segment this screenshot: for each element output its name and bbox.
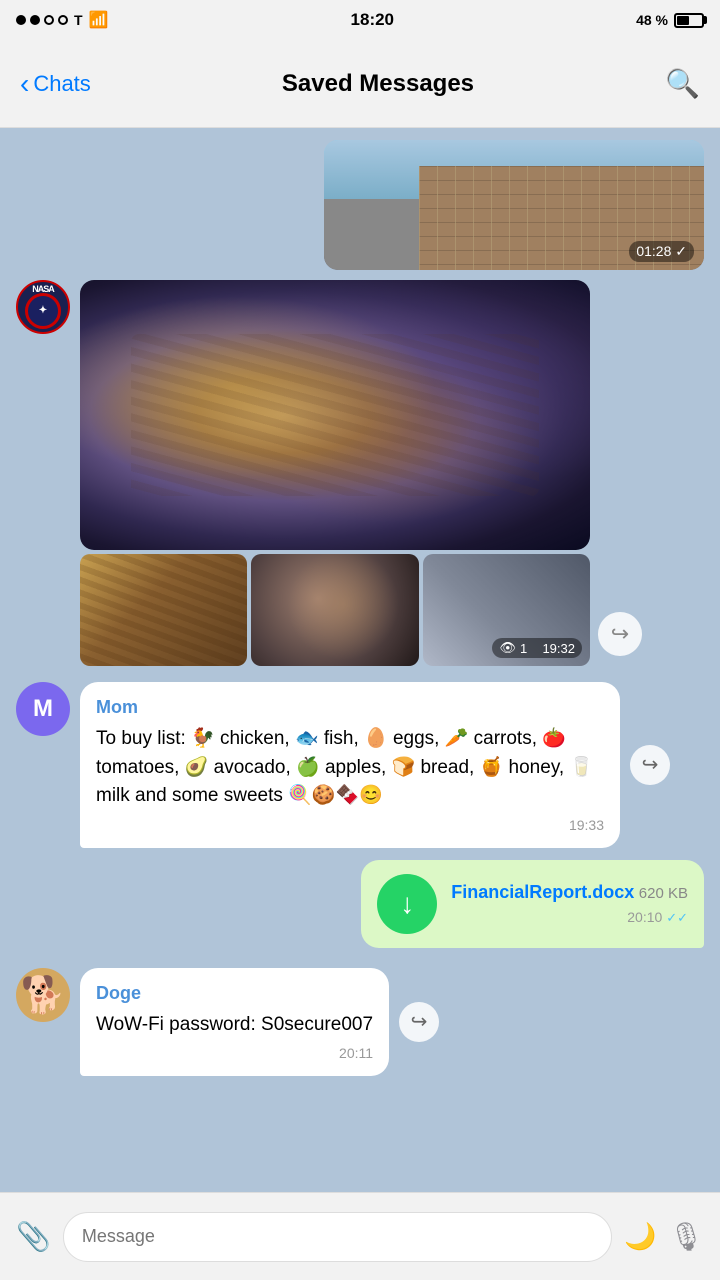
nasa-logo: NASA ✦ (25, 285, 61, 329)
file-timestamp: 20:10 ✓✓ (451, 909, 688, 926)
dot4 (58, 15, 68, 25)
mom-sender-label: Mom (96, 694, 604, 721)
mom-timestamp: 19:33 (96, 815, 604, 836)
doge-emoji: 🐕 (21, 977, 66, 1013)
chat-area: 01:28 ✓ NASA ✦ (0, 128, 720, 1280)
back-label: Chats (33, 71, 90, 97)
mic-button[interactable]: 🎙 (668, 1220, 704, 1253)
battery-tip (704, 16, 707, 24)
download-icon[interactable]: ↓ (377, 874, 437, 934)
file-bubble: ↓ FinancialReport.docx 620 KB 20:10 ✓✓ (361, 860, 704, 948)
doge-bubble: Doge WoW-Fi password: S0secure007 20:11 (80, 968, 389, 1077)
image-timestamp: 01:28 ✓ (629, 241, 694, 262)
file-size: 620 KB (639, 885, 688, 902)
view-count-badge: 👁 1 19:32 (492, 638, 582, 658)
jupiter-images-container: 👁 1 19:32 ↪ (80, 280, 590, 666)
signal-dots (16, 15, 68, 25)
forward-button-doge[interactable]: ↪ (399, 1002, 439, 1042)
doge-message: 🐕 Doge WoW-Fi password: S0secure007 20:1… (0, 962, 720, 1083)
status-bar: T 📶 18:20 48 % (0, 0, 720, 40)
nasa-avatar: NASA ✦ (16, 280, 70, 334)
mom-message-text: To buy list: 🐓 chicken, 🐟 fish, 🥚 eggs, … (96, 725, 604, 811)
search-button[interactable]: 🔍 (665, 67, 700, 100)
thumbnail-row: 👁 1 19:32 ↪ (80, 554, 590, 666)
chevron-left-icon: ‹ (20, 70, 29, 98)
mom-avatar: M (16, 682, 70, 736)
doge-sender-label: Doge (96, 980, 373, 1007)
read-checkmarks: ✓✓ (666, 910, 688, 925)
jupiter-main-image[interactable] (80, 280, 590, 550)
carrier-label: T (74, 12, 83, 28)
doge-timestamp: 20:11 (96, 1043, 373, 1064)
emoji-button[interactable]: 🌙 (624, 1221, 656, 1252)
dot2 (30, 15, 40, 25)
doge-avatar: 🐕 (16, 968, 70, 1022)
input-spacer (0, 1082, 720, 1170)
jupiter-bands (131, 334, 539, 496)
financial-report-message: ↓ FinancialReport.docx 620 KB 20:10 ✓✓ (0, 854, 720, 954)
page-title: Saved Messages (282, 70, 474, 98)
input-bar: 📎 🌙 🎙 (0, 1192, 720, 1280)
doge-message-text: WoW-Fi password: S0secure007 (96, 1011, 373, 1040)
jupiter-message-group: NASA ✦ (0, 280, 720, 666)
back-button[interactable]: ‹ Chats (20, 70, 91, 98)
attach-button[interactable]: 📎 (16, 1220, 51, 1253)
building-image[interactable]: 01:28 ✓ (324, 140, 704, 270)
dot1 (16, 15, 26, 25)
forward-button-mom[interactable]: ↪ (630, 745, 670, 785)
jupiter-avatar-row: NASA ✦ (16, 280, 720, 666)
dot3 (44, 15, 54, 25)
battery-fill (677, 16, 689, 25)
mom-message: M Mom To buy list: 🐓 chicken, 🐟 fish, 🥚 … (0, 676, 720, 854)
forward-button-images[interactable]: ↪ (598, 612, 642, 656)
message-input[interactable] (63, 1212, 612, 1262)
thumbnail-1[interactable] (80, 554, 247, 666)
mom-bubble: Mom To buy list: 🐓 chicken, 🐟 fish, 🥚 eg… (80, 682, 620, 848)
battery-bar (674, 13, 704, 28)
nav-bar: ‹ Chats Saved Messages 🔍 (0, 40, 720, 128)
wifi-icon: 📶 (89, 10, 109, 30)
status-right: 48 % (636, 12, 704, 28)
building-image-message: 01:28 ✓ (0, 140, 720, 270)
status-time: 18:20 (351, 10, 394, 30)
status-left: T 📶 (16, 10, 108, 30)
thumbnail-2[interactable] (251, 554, 418, 666)
battery-percent: 48 % (636, 12, 668, 28)
thumbnail-3[interactable]: 👁 1 19:32 (423, 554, 590, 666)
file-name: FinancialReport.docx (451, 882, 634, 902)
file-info: FinancialReport.docx 620 KB 20:10 ✓✓ (451, 882, 688, 926)
